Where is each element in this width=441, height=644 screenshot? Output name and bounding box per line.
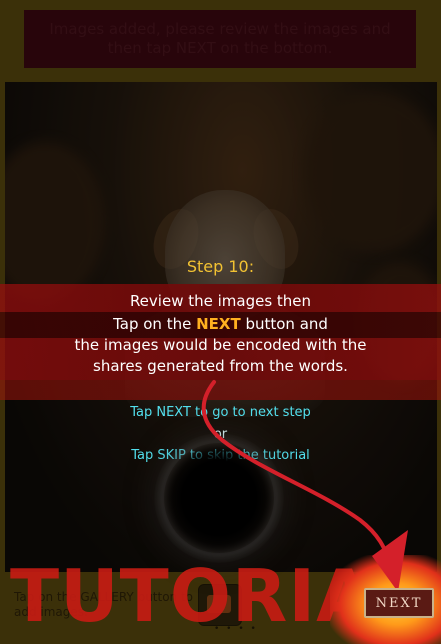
tip-next: Tap NEXT to go to next step bbox=[130, 405, 311, 420]
next-button[interactable]: NEXT bbox=[364, 588, 434, 618]
tutorial-line-2-start: Tap on the bbox=[113, 315, 197, 333]
tutorial-line-3: the images would be encoded with the bbox=[74, 336, 367, 354]
next-highlight: NEXT bbox=[196, 315, 241, 333]
tutorial-line-2: Tap on the NEXT button and bbox=[0, 313, 441, 335]
tutorial-line-1: Review the images then bbox=[129, 292, 312, 310]
text-band bbox=[0, 380, 441, 400]
step-title: Step 10: bbox=[186, 257, 255, 276]
tutorial-line-4: shares generated from the words. bbox=[93, 357, 348, 375]
spotlight bbox=[164, 443, 274, 553]
tutorial-line-2-end: button and bbox=[240, 315, 328, 333]
